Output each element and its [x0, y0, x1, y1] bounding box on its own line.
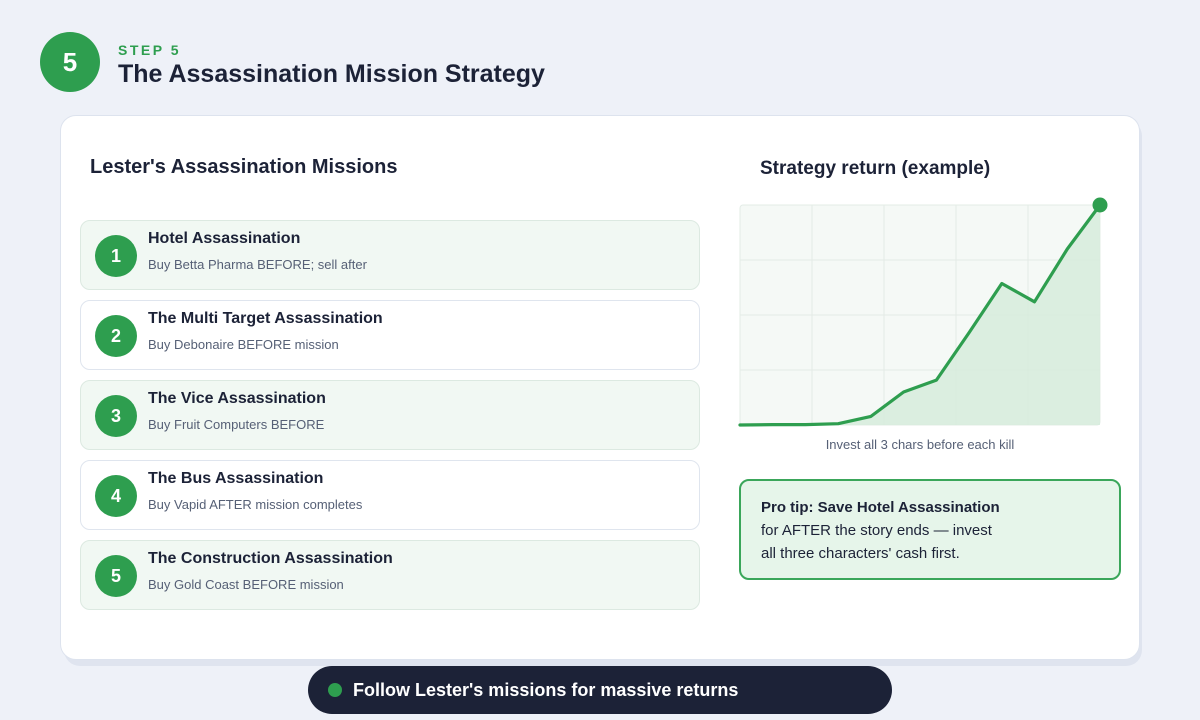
mission-item-multi-target[interactable]: 2 The Multi Target Assassination Buy Deb… [80, 300, 700, 370]
pro-tip-box: Pro tip: Save Hotel Assassination for AF… [739, 479, 1121, 580]
mission-title: Hotel Assassination [148, 230, 301, 247]
mission-number-badge: 5 [95, 555, 137, 597]
mission-number-badge: 2 [95, 315, 137, 357]
mission-number-badge: 1 [95, 235, 137, 277]
step-number-badge: 5 [40, 32, 100, 92]
mission-description: Buy Betta Pharma BEFORE; sell after [148, 257, 367, 272]
mission-description: Buy Gold Coast BEFORE mission [148, 577, 344, 592]
footer-text: Follow Lester's missions for massive ret… [353, 679, 739, 700]
mission-number-badge: 4 [95, 475, 137, 517]
mission-title: The Construction Assassination [148, 550, 393, 567]
mission-title: The Multi Target Assassination [148, 310, 383, 327]
pro-tip-heading: Pro tip: Save Hotel Assassination [761, 499, 1000, 516]
mission-description: Buy Fruit Computers BEFORE [148, 417, 325, 432]
mission-title: The Bus Assassination [148, 470, 324, 487]
mission-description: Buy Debonaire BEFORE mission [148, 337, 339, 352]
chart-title: Strategy return (example) [760, 158, 991, 179]
mission-item-vice[interactable]: 3 The Vice Assassination Buy Fruit Compu… [80, 380, 700, 450]
pro-tip-text: all three characters' cash first. [761, 545, 960, 562]
mission-description: Buy Vapid AFTER mission completes [148, 497, 363, 512]
footer-banner: Follow Lester's missions for massive ret… [308, 666, 892, 714]
pro-tip-text: for AFTER the story ends — invest [761, 522, 992, 539]
chart-caption: Invest all 3 chars before each kill [825, 437, 1015, 452]
mission-title: The Vice Assassination [148, 390, 326, 407]
missions-section-title: Lester's Assassination Missions [90, 156, 398, 178]
mission-item-bus[interactable]: 4 The Bus Assassination Buy Vapid AFTER … [80, 460, 700, 530]
status-dot-icon [328, 683, 342, 697]
page-title: The Assassination Mission Strategy [118, 60, 545, 88]
strategy-return-chart [738, 197, 1108, 427]
chart-endpoint-marker [1092, 197, 1108, 213]
mission-item-hotel[interactable]: 1 Hotel Assassination Buy Betta Pharma B… [80, 220, 700, 290]
step-label: STEP 5 [118, 42, 181, 58]
mission-number-badge: 3 [95, 395, 137, 437]
mission-item-construction[interactable]: 5 The Construction Assassination Buy Gol… [80, 540, 700, 610]
